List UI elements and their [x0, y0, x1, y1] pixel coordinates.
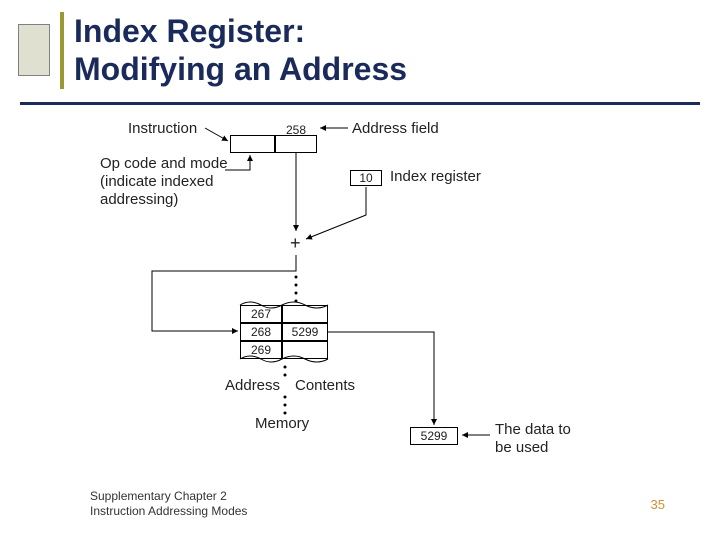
footer-line-2: Instruction Addressing Modes [90, 504, 247, 518]
title-line-2: Modifying an Address [74, 51, 407, 87]
diagram-arrows [90, 115, 640, 475]
title-line-1: Index Register: [74, 13, 305, 49]
title-underline [20, 102, 700, 105]
page-number: 35 [651, 497, 665, 512]
footer-line-1: Supplementary Chapter 2 [90, 489, 227, 503]
diagram: Instruction 258 Address field Op code an… [90, 115, 640, 475]
slide-title: Index Register: Modifying an Address [60, 12, 407, 89]
logo-icon [18, 24, 50, 76]
footer-text: Supplementary Chapter 2 Instruction Addr… [90, 489, 247, 520]
slide: Index Register: Modifying an Address Ins… [0, 0, 720, 540]
